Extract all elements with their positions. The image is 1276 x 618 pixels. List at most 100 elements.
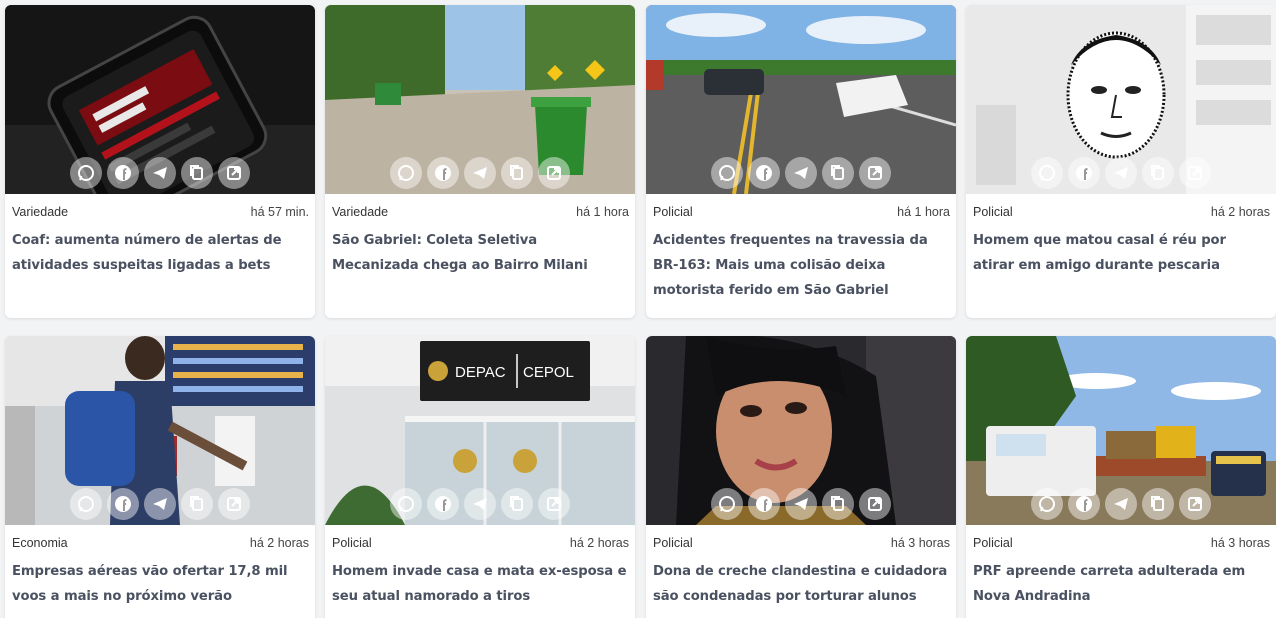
copy-link-button[interactable] bbox=[1142, 157, 1174, 189]
whatsapp-share-button[interactable] bbox=[70, 157, 102, 189]
headline-link[interactable]: São Gabriel: Coleta Seletiva Mecanizada … bbox=[325, 219, 635, 278]
copy-icon bbox=[510, 496, 523, 511]
whatsapp-share-button[interactable] bbox=[390, 488, 422, 520]
news-card[interactable]: Policial há 3 horas Dona de creche cland… bbox=[646, 336, 956, 618]
open-link-button[interactable] bbox=[218, 157, 250, 189]
news-image[interactable] bbox=[646, 336, 956, 525]
copy-link-button[interactable] bbox=[1142, 488, 1174, 520]
category-label[interactable]: Policial bbox=[332, 536, 372, 550]
timestamp: há 2 horas bbox=[569, 536, 629, 550]
category-label[interactable]: Variedade bbox=[332, 205, 388, 219]
telegram-share-button[interactable] bbox=[144, 157, 176, 189]
external-link-icon bbox=[1188, 166, 1202, 180]
card-meta: Policial há 2 horas bbox=[966, 194, 1276, 219]
category-label[interactable]: Policial bbox=[653, 536, 693, 550]
telegram-icon bbox=[473, 498, 487, 510]
share-bar bbox=[5, 157, 315, 189]
news-card[interactable]: Policial há 1 hora Acidentes frequentes … bbox=[646, 5, 956, 318]
whatsapp-icon bbox=[78, 165, 94, 181]
news-image[interactable] bbox=[325, 5, 635, 194]
category-label[interactable]: Policial bbox=[973, 205, 1013, 219]
facebook-share-button[interactable] bbox=[748, 157, 780, 189]
copy-link-button[interactable] bbox=[501, 157, 533, 189]
news-image[interactable]: DEPAC CEPOL bbox=[325, 336, 635, 525]
external-link-icon bbox=[1188, 497, 1202, 511]
headline-link[interactable]: Acidentes frequentes na travessia da BR-… bbox=[646, 219, 956, 303]
category-label[interactable]: Policial bbox=[653, 205, 693, 219]
headline-link[interactable]: Homem invade casa e mata ex-esposa e seu… bbox=[325, 550, 635, 609]
whatsapp-share-button[interactable] bbox=[390, 157, 422, 189]
headline-link[interactable]: Dona de creche clandestina e cuidadora s… bbox=[646, 550, 956, 609]
facebook-icon bbox=[115, 496, 131, 512]
whatsapp-share-button[interactable] bbox=[1031, 488, 1063, 520]
card-meta: Variedade há 1 hora bbox=[325, 194, 635, 219]
facebook-share-button[interactable] bbox=[107, 488, 139, 520]
headline-link[interactable]: Coaf: aumenta número de alertas de ativi… bbox=[5, 219, 315, 278]
open-link-button[interactable] bbox=[1179, 488, 1211, 520]
copy-icon bbox=[190, 496, 203, 511]
whatsapp-share-button[interactable] bbox=[1031, 157, 1063, 189]
news-image[interactable] bbox=[966, 336, 1276, 525]
headline-link[interactable]: PRF apreende carreta adulterada em Nova … bbox=[966, 550, 1276, 609]
news-image[interactable] bbox=[646, 5, 956, 194]
external-link-icon bbox=[227, 166, 241, 180]
telegram-share-button[interactable] bbox=[785, 488, 817, 520]
open-link-button[interactable] bbox=[1179, 157, 1211, 189]
news-image[interactable] bbox=[966, 5, 1276, 194]
news-card[interactable]: Policial há 2 horas Homem que matou casa… bbox=[966, 5, 1276, 318]
news-card[interactable]: Policial há 3 horas PRF apreende carreta… bbox=[966, 336, 1276, 618]
telegram-share-button[interactable] bbox=[1105, 157, 1137, 189]
open-link-button[interactable] bbox=[859, 157, 891, 189]
news-image[interactable] bbox=[5, 5, 315, 194]
facebook-icon bbox=[435, 165, 451, 181]
telegram-icon bbox=[153, 167, 167, 179]
telegram-share-button[interactable] bbox=[1105, 488, 1137, 520]
card-meta: Policial há 3 horas bbox=[646, 525, 956, 550]
external-link-icon bbox=[547, 497, 561, 511]
whatsapp-share-button[interactable] bbox=[711, 488, 743, 520]
telegram-share-button[interactable] bbox=[464, 488, 496, 520]
news-card[interactable]: Variedade há 1 hora São Gabriel: Coleta … bbox=[325, 5, 635, 318]
copy-link-button[interactable] bbox=[181, 488, 213, 520]
open-link-button[interactable] bbox=[859, 488, 891, 520]
category-label[interactable]: Policial bbox=[973, 536, 1013, 550]
timestamp: há 3 horas bbox=[890, 536, 950, 550]
whatsapp-icon bbox=[719, 496, 735, 512]
whatsapp-share-button[interactable] bbox=[70, 488, 102, 520]
telegram-icon bbox=[153, 498, 167, 510]
open-link-button[interactable] bbox=[218, 488, 250, 520]
category-label[interactable]: Economia bbox=[12, 536, 68, 550]
open-link-button[interactable] bbox=[538, 488, 570, 520]
copy-icon bbox=[510, 165, 523, 180]
copy-link-button[interactable] bbox=[501, 488, 533, 520]
timestamp: há 1 hora bbox=[576, 205, 629, 219]
telegram-share-button[interactable] bbox=[785, 157, 817, 189]
whatsapp-share-button[interactable] bbox=[711, 157, 743, 189]
telegram-icon bbox=[1114, 167, 1128, 179]
copy-link-button[interactable] bbox=[822, 488, 854, 520]
news-card[interactable]: DEPAC CEPOL Policial há 2 horas Homem in… bbox=[325, 336, 635, 618]
telegram-share-button[interactable] bbox=[464, 157, 496, 189]
headline-link[interactable]: Homem que matou casal é réu por atirar e… bbox=[966, 219, 1276, 278]
timestamp: há 3 horas bbox=[1210, 536, 1270, 550]
telegram-icon bbox=[794, 167, 808, 179]
copy-link-button[interactable] bbox=[181, 157, 213, 189]
category-label[interactable]: Variedade bbox=[12, 205, 68, 219]
headline-link[interactable]: Empresas aéreas vão ofertar 17,8 mil voo… bbox=[5, 550, 315, 609]
copy-link-button[interactable] bbox=[822, 157, 854, 189]
copy-icon bbox=[831, 165, 844, 180]
news-card[interactable]: Variedade há 57 min. Coaf: aumenta númer… bbox=[5, 5, 315, 318]
news-image[interactable] bbox=[5, 336, 315, 525]
facebook-icon bbox=[115, 165, 131, 181]
telegram-share-button[interactable] bbox=[144, 488, 176, 520]
facebook-share-button[interactable] bbox=[107, 157, 139, 189]
facebook-share-button[interactable] bbox=[1068, 488, 1100, 520]
news-card[interactable]: Economia há 2 horas Empresas aéreas vão … bbox=[5, 336, 315, 618]
facebook-share-button[interactable] bbox=[427, 157, 459, 189]
facebook-share-button[interactable] bbox=[1068, 157, 1100, 189]
facebook-share-button[interactable] bbox=[427, 488, 459, 520]
share-bar bbox=[325, 157, 635, 189]
open-link-button[interactable] bbox=[538, 157, 570, 189]
facebook-share-button[interactable] bbox=[748, 488, 780, 520]
whatsapp-icon bbox=[719, 165, 735, 181]
